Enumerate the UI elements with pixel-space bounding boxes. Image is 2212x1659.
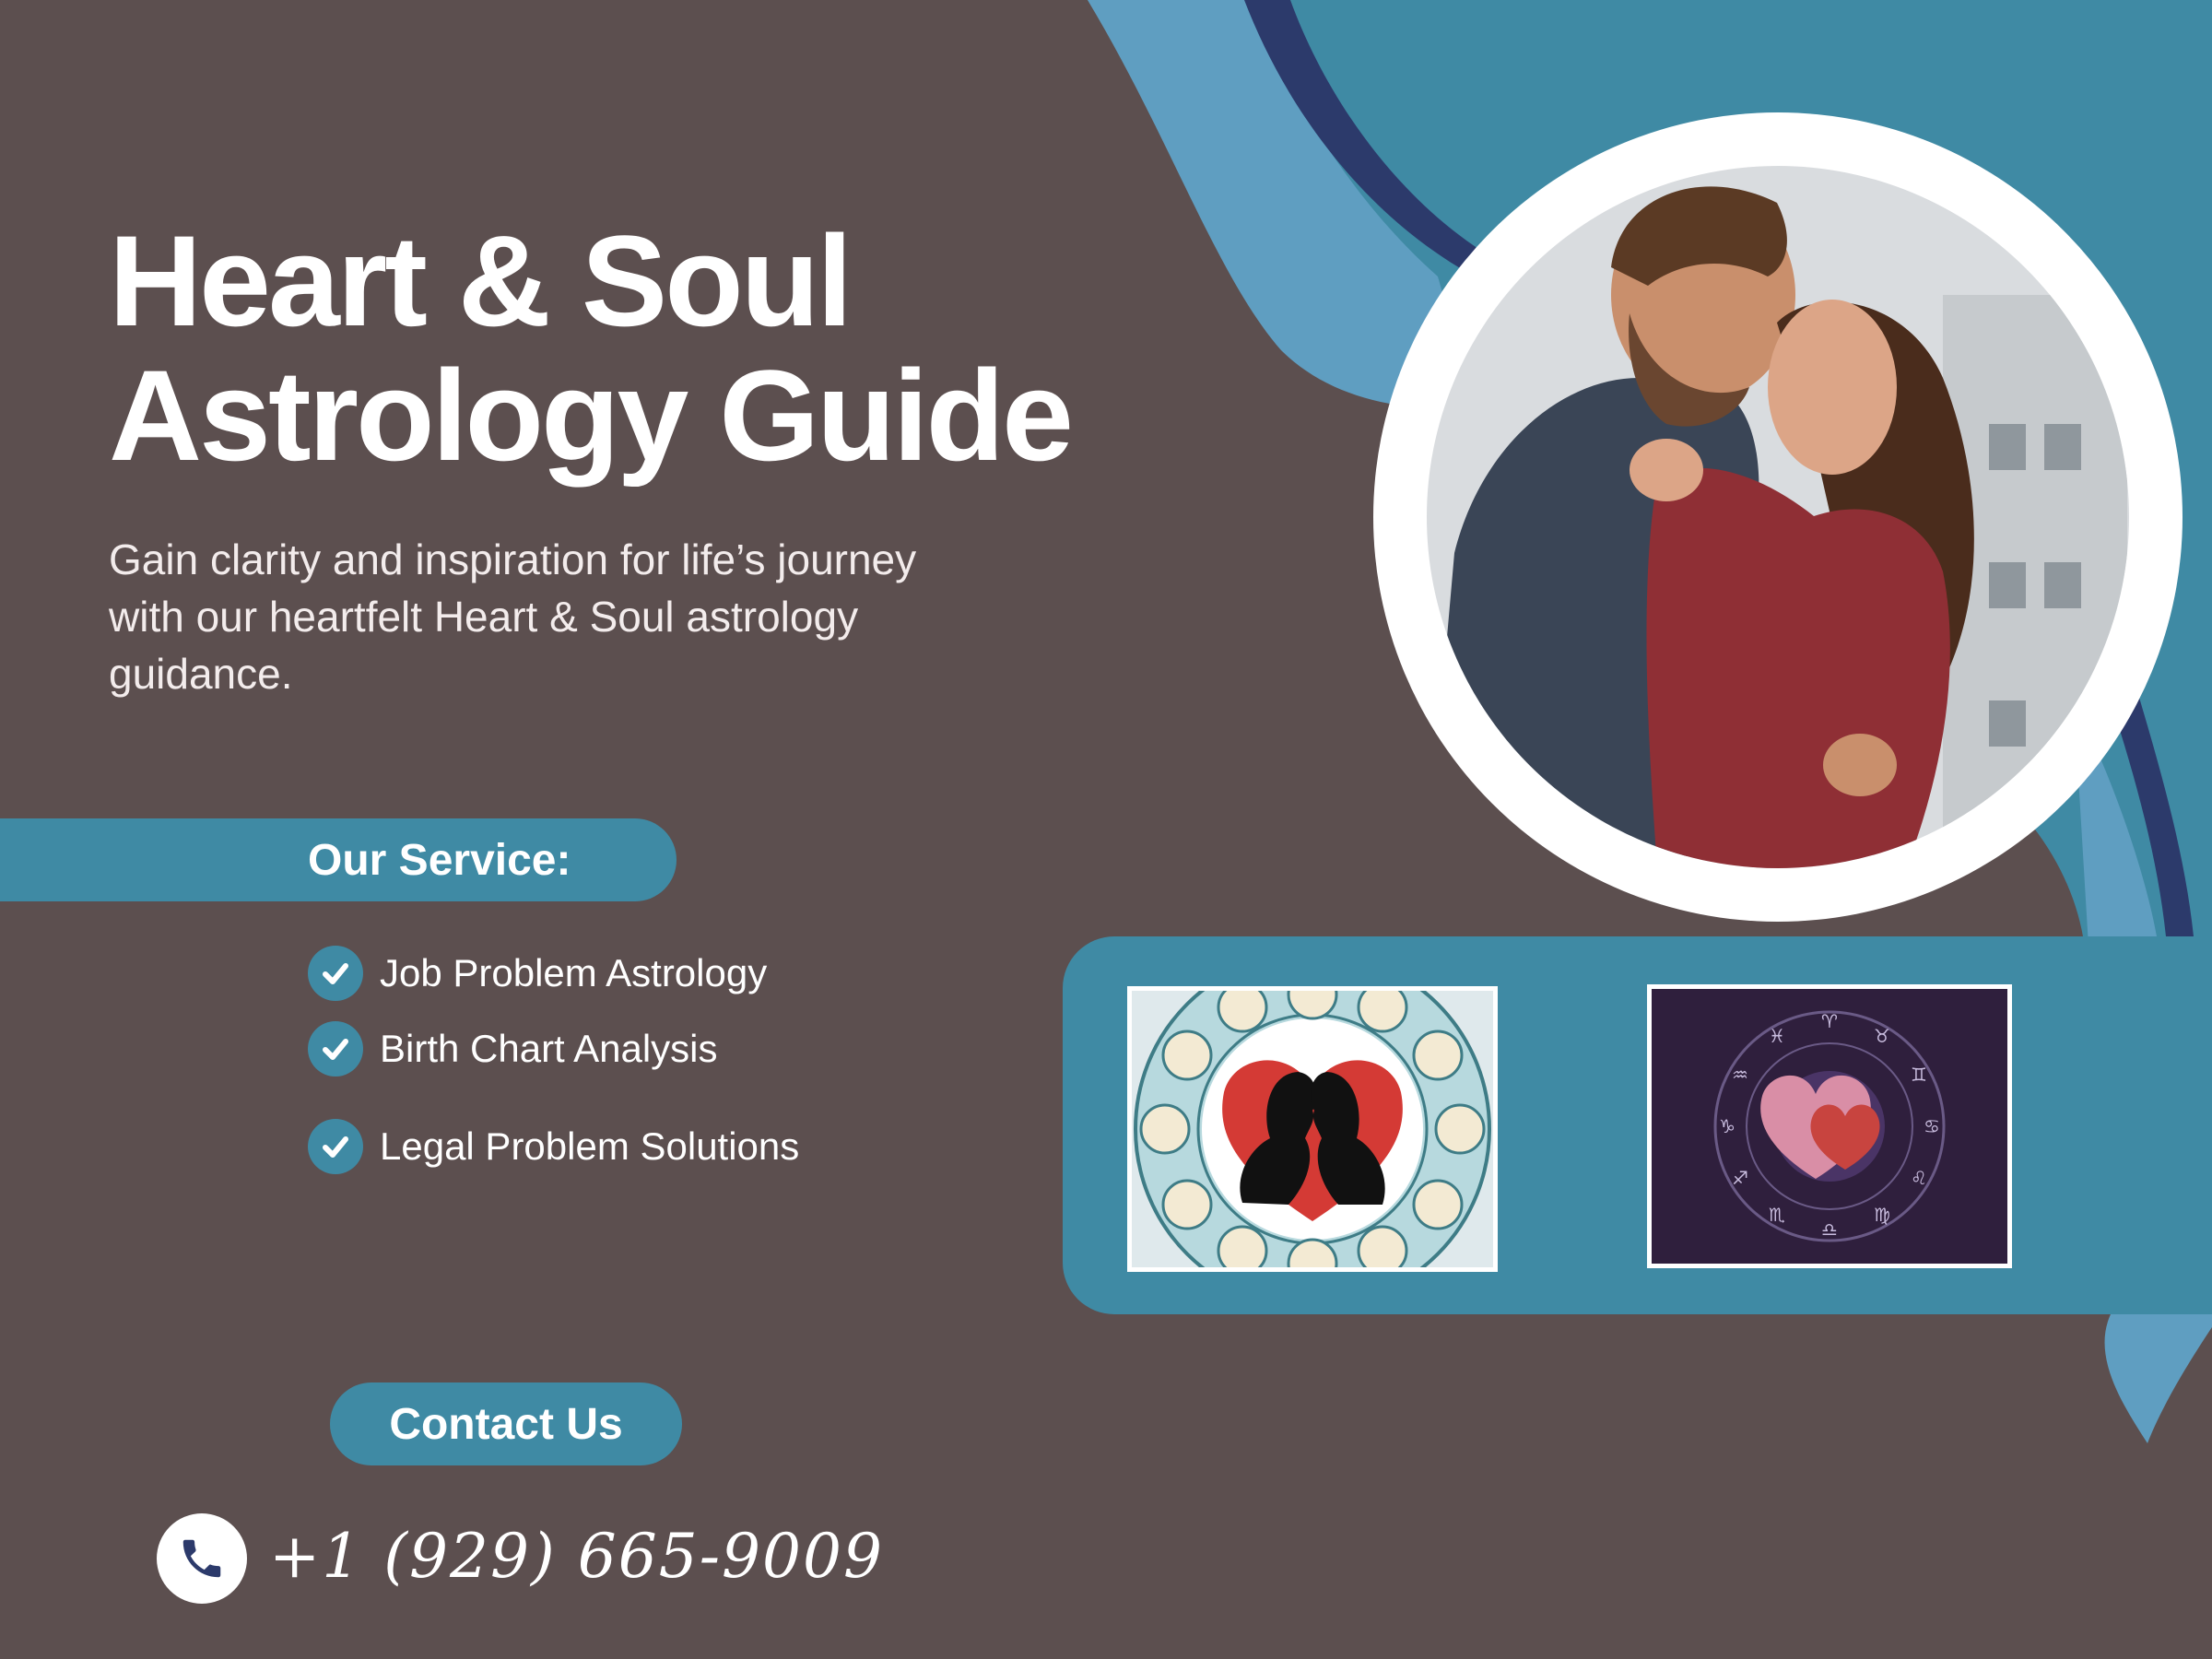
contact-us-button[interactable]: Contact Us [330,1382,682,1465]
our-service-banner: Our Service: [0,818,677,901]
page-title: Heart & Soul Astrology Guide [109,208,1074,488]
svg-text:♊: ♊ [1911,1064,1927,1086]
phone-icon[interactable] [157,1513,247,1604]
svg-text:♎: ♎ [1821,1218,1838,1241]
our-service-heading: Our Service: [308,835,571,885]
check-icon [308,946,363,1001]
svg-text:♋: ♋ [1924,1115,1940,1137]
service-item-job-problem: Job Problem Astrology [308,946,767,1001]
service-item-label: Legal Problem Solutions [380,1124,800,1168]
zodiac-love-thumbnail[interactable] [1127,986,1498,1272]
svg-text:♐: ♐ [1732,1167,1748,1189]
svg-text:♉: ♉ [1874,1025,1890,1047]
title-line-1: Heart & Soul [109,208,853,353]
service-item-birth-chart: Birth Chart Analysis [308,1021,717,1077]
service-item-label: Birth Chart Analysis [380,1027,718,1070]
title-line-2: Astrology Guide [109,343,1074,488]
phone-number[interactable]: +1 (929) 665-9009 [269,1521,884,1592]
svg-text:♍: ♍ [1874,1204,1890,1226]
svg-text:♒: ♒ [1732,1064,1748,1086]
subtitle: Gain clarity and inspiration for life’s … [109,535,917,698]
svg-text:♈: ♈ [1821,1010,1838,1032]
check-icon [308,1119,363,1174]
svg-text:♓: ♓ [1769,1025,1785,1047]
zodiac-hearts-thumbnail[interactable]: ♈ ♉ ♊ ♋ ♌ ♍ ♎ ♏ ♐ ♑ ♒ ♓ [1647,984,2012,1268]
svg-text:♑: ♑ [1719,1115,1735,1137]
svg-text:♌: ♌ [1911,1167,1927,1189]
gallery-panel: ♈ ♉ ♊ ♋ ♌ ♍ ♎ ♏ ♐ ♑ ♒ ♓ [1063,936,2212,1314]
couple-photo-frame [1373,112,2183,922]
couple-photo [1427,166,2129,868]
check-icon [308,1021,363,1077]
svg-text:♏: ♏ [1769,1204,1785,1226]
service-item-legal-problem: Legal Problem Solutions [308,1119,799,1174]
service-item-label: Job Problem Astrology [380,951,768,994]
